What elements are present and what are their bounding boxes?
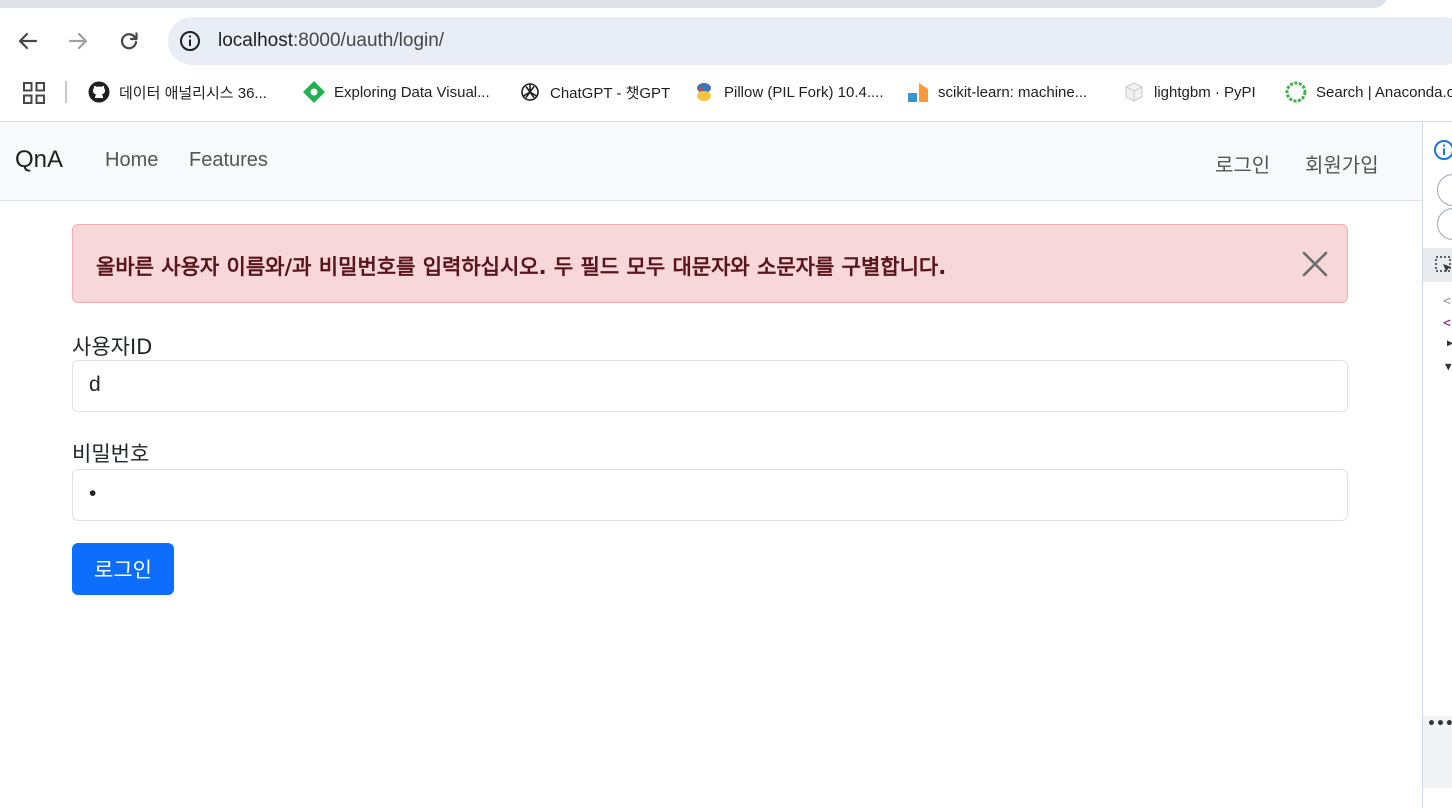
nav-link-home[interactable]: Home — [105, 149, 158, 172]
devtools-dom-line: < — [1443, 294, 1451, 309]
devtools-panel: < < ▶ ▼ ••• — [1422, 122, 1452, 808]
forward-button[interactable] — [61, 24, 95, 58]
info-icon — [180, 31, 200, 51]
devtools-toggle[interactable] — [1437, 174, 1452, 206]
devtools-toggle[interactable] — [1437, 208, 1452, 240]
devtools-dom-line: < — [1443, 316, 1451, 331]
bookmark-label: ChatGPT - 챗GPT — [550, 84, 671, 102]
bookmark-item[interactable]: Exploring Data Visual... — [302, 80, 490, 104]
bookmark-item[interactable]: Search | Anaconda.org — [1284, 80, 1452, 104]
apps-grid-icon[interactable] — [22, 81, 46, 105]
url-text[interactable]: localhost:8000/uauth/login/ — [218, 29, 444, 53]
back-button[interactable] — [11, 24, 45, 58]
active-tab-edge — [0, 0, 1388, 8]
bookmark-item[interactable]: ChatGPT - 챗GPT — [518, 80, 670, 104]
bookmark-item[interactable]: 데이터 애널리시스 36... — [87, 80, 267, 104]
close-icon — [1302, 251, 1328, 277]
site-navbar: QnA Home Features 로그인 회원가입 — [0, 122, 1422, 201]
nav-link-features[interactable]: Features — [189, 149, 268, 172]
login-button[interactable]: 로그인 — [72, 543, 174, 595]
bookmark-item[interactable]: Pillow (PIL Fork) 10.4.... — [692, 80, 884, 104]
error-alert: 올바른 사용자 이름와/과 비밀번호를 입력하십시오. 두 필드 모두 대문자와… — [72, 224, 1348, 303]
username-input[interactable]: d — [72, 360, 1348, 412]
arrow-left-icon — [18, 32, 38, 50]
devtools-info-icon[interactable] — [1433, 139, 1452, 161]
bookmark-label: Pillow (PIL Fork) 10.4.... — [724, 83, 884, 101]
pillow-icon — [692, 80, 716, 104]
alert-message: 올바른 사용자 이름와/과 비밀번호를 입력하십시오. 두 필드 모두 대문자와… — [96, 255, 947, 279]
reload-button[interactable] — [112, 24, 146, 58]
bookmark-label: 데이터 애널리시스 36... — [119, 84, 267, 102]
bookmark-label: scikit-learn: machine... — [938, 83, 1088, 101]
sklearn-icon — [906, 80, 930, 104]
bookmarks-bar: 데이터 애널리시스 36... Exploring Data Visual...… — [0, 70, 1452, 114]
bookmark-label: lightgbm · PyPI — [1154, 83, 1256, 101]
more-dots-icon: ••• — [1427, 716, 1452, 732]
address-bar[interactable]: localhost:8000/uauth/login/ — [168, 17, 1452, 65]
openai-icon — [518, 80, 542, 104]
password-label: 비밀번호 — [72, 442, 150, 466]
bookmark-label: Exploring Data Visual... — [334, 83, 490, 101]
anaconda-icon — [1284, 80, 1308, 104]
username-value: d — [89, 373, 101, 396]
github-icon — [87, 80, 111, 104]
tab-strip — [0, 0, 1452, 17]
arrow-right-icon — [68, 32, 88, 50]
bookmark-label: Search | Anaconda.org — [1316, 83, 1452, 101]
green-diamond-icon — [302, 80, 326, 104]
browser-toolbar: localhost:8000/uauth/login/ — [0, 17, 1452, 65]
password-value: • — [89, 482, 97, 505]
collapse-triangle-icon[interactable]: ▼ — [1445, 360, 1452, 373]
alert-close-button[interactable] — [1301, 250, 1329, 278]
navbar-brand[interactable]: QnA — [15, 146, 63, 174]
reload-icon — [120, 32, 138, 50]
bookmark-item[interactable]: scikit-learn: machine... — [906, 80, 1087, 104]
inspect-element-icon — [1435, 256, 1451, 272]
nav-link-signup[interactable]: 회원가입 — [1305, 149, 1379, 178]
bookmarks-separator — [65, 81, 67, 103]
nav-link-login[interactable]: 로그인 — [1215, 149, 1270, 178]
pypi-icon — [1122, 80, 1146, 104]
web-page: QnA Home Features 로그인 회원가입 올바른 사용자 이름와/과… — [0, 122, 1422, 808]
expand-triangle-icon[interactable]: ▶ — [1447, 338, 1452, 349]
devtools-inspect-tab[interactable] — [1423, 248, 1452, 282]
url-path: :8000/uauth/login/ — [293, 30, 445, 51]
devtools-more-button[interactable]: ••• — [1423, 716, 1452, 788]
username-label: 사용자ID — [72, 335, 153, 359]
site-info-button[interactable] — [178, 29, 202, 53]
password-input[interactable]: • — [72, 469, 1348, 521]
bookmark-item[interactable]: lightgbm · PyPI — [1122, 80, 1256, 104]
url-host: localhost — [218, 30, 293, 51]
